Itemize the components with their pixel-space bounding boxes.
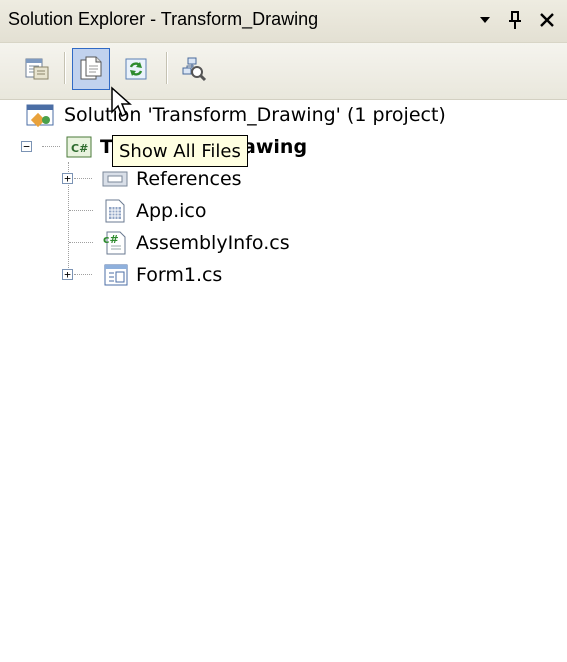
panel-titlebar: Solution Explorer - Transform_Drawing xyxy=(0,0,567,43)
tree-item-assemblyinfo[interactable]: c# AssemblyInfo.cs xyxy=(100,228,290,258)
refresh-button[interactable] xyxy=(117,48,155,90)
tree-item-solution[interactable]: Solution 'Transform_Drawing' (1 project) xyxy=(24,100,446,130)
toolbar xyxy=(0,43,567,100)
dropdown-icon[interactable] xyxy=(472,6,498,34)
show-all-files-icon xyxy=(80,56,102,80)
tree-item-app-ico[interactable]: App.ico xyxy=(100,196,207,226)
references-icon xyxy=(102,171,128,187)
view-class-diagram-button[interactable] xyxy=(175,48,213,90)
tree-connector xyxy=(69,210,93,211)
tree-connector xyxy=(74,274,92,275)
properties-icon xyxy=(25,58,49,80)
tree-item-form1[interactable]: Form1.cs xyxy=(100,260,222,290)
tooltip: Show All Files xyxy=(112,135,248,167)
tree-connector xyxy=(69,242,93,243)
toolbar-separator xyxy=(166,52,168,84)
tree-connector xyxy=(74,178,92,179)
csharp-file-icon: c# xyxy=(103,231,126,255)
toolbar-separator xyxy=(64,52,66,84)
tooltip-text: Show All Files xyxy=(119,140,241,162)
solution-icon xyxy=(26,104,54,128)
class-diagram-icon xyxy=(182,57,207,82)
pin-icon[interactable] xyxy=(502,6,528,34)
refresh-icon xyxy=(125,58,147,80)
expand-form1-icon[interactable]: + xyxy=(62,269,73,280)
svg-text:c#: c# xyxy=(103,233,119,246)
close-icon[interactable] xyxy=(534,6,560,34)
properties-button[interactable] xyxy=(18,48,56,90)
references-label: References xyxy=(136,168,242,190)
form-icon xyxy=(104,264,128,286)
expand-references-icon[interactable]: + xyxy=(62,173,73,184)
assemblyinfo-label: AssemblyInfo.cs xyxy=(136,232,290,254)
collapse-project-icon[interactable]: − xyxy=(21,141,32,152)
tree-connector xyxy=(42,146,60,147)
app-ico-label: App.ico xyxy=(136,200,207,222)
show-all-files-button[interactable] xyxy=(72,48,110,90)
tree-item-references[interactable]: References xyxy=(100,164,242,194)
mouse-cursor-icon xyxy=(111,86,132,118)
svg-text:C#: C# xyxy=(71,142,88,155)
solution-tree: Solution 'Transform_Drawing' (1 project)… xyxy=(0,100,567,662)
icon-file-icon xyxy=(105,199,125,223)
panel-title: Solution Explorer - Transform_Drawing xyxy=(8,9,319,29)
form1-label: Form1.cs xyxy=(136,264,223,286)
csharp-project-icon: C# xyxy=(66,136,92,158)
